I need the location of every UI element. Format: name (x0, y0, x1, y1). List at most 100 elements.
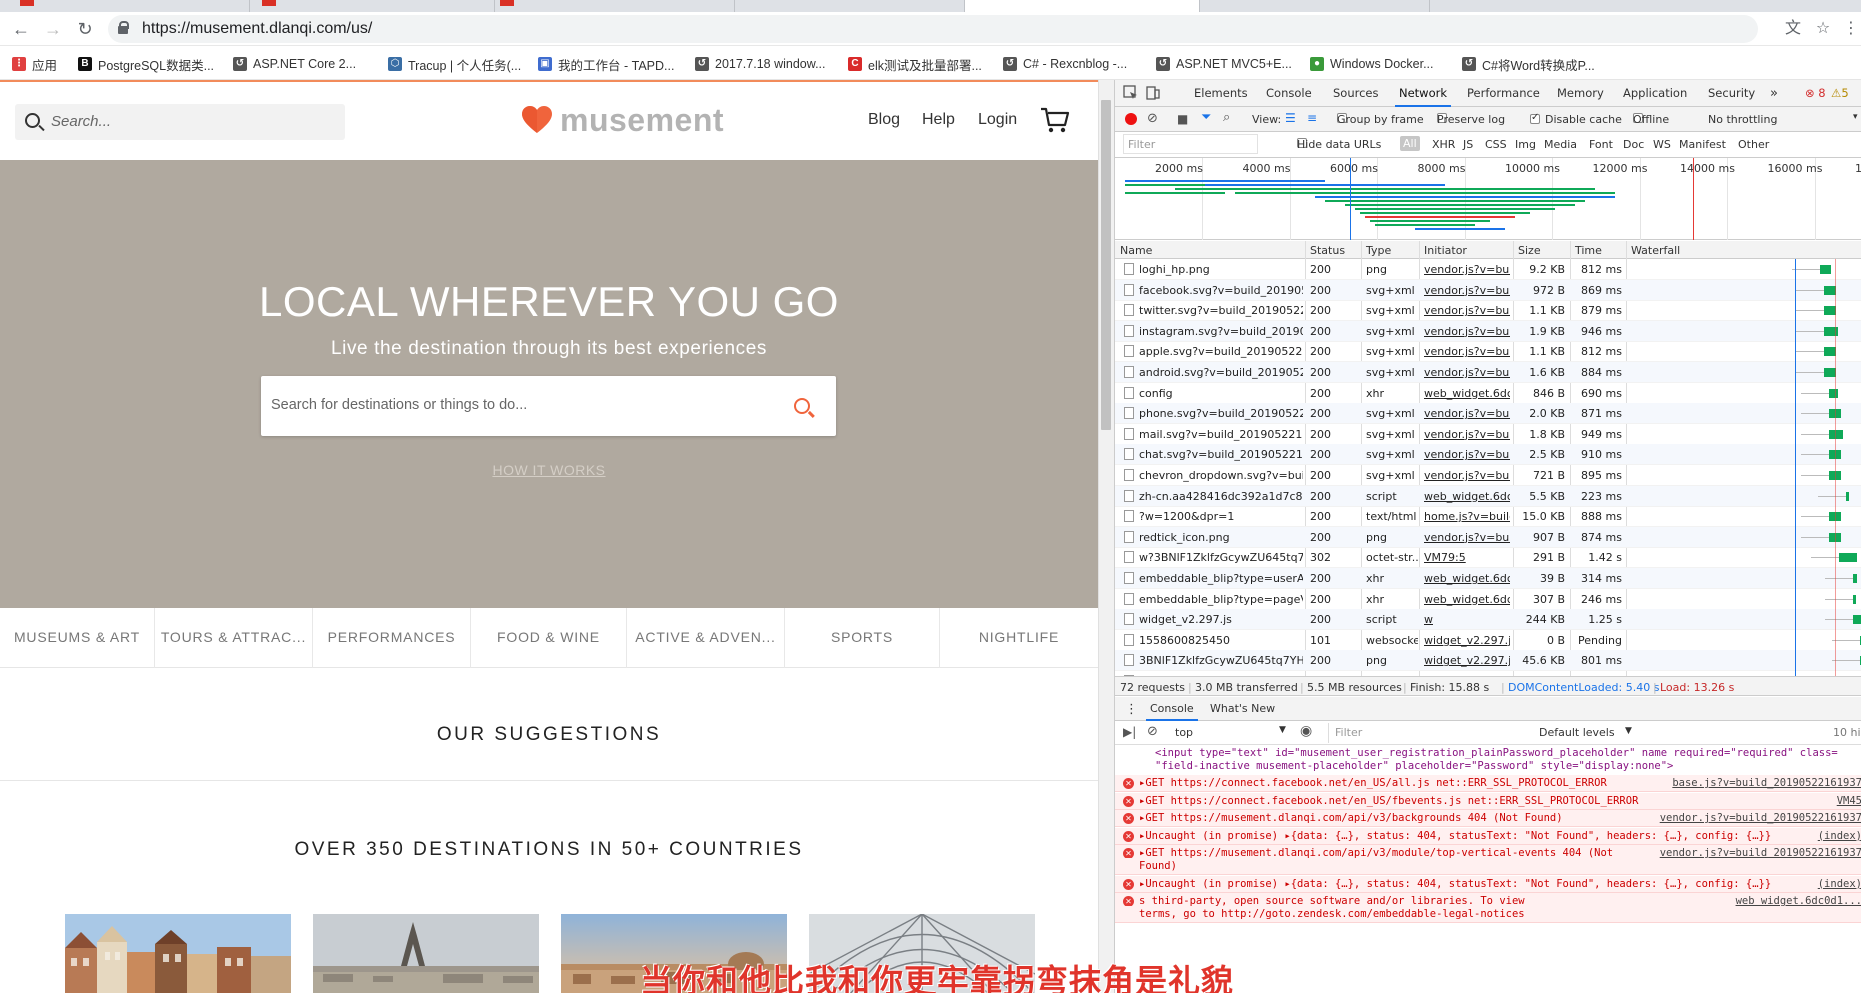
request-initiator[interactable]: web_widget.6dc0... (1424, 490, 1510, 503)
network-request-row[interactable]: widget_v2.297.js 200 script w 244 KB 1.25 s (1115, 609, 1861, 631)
tab-elements[interactable]: Elements (1194, 80, 1248, 107)
request-initiator[interactable]: w (1424, 613, 1510, 626)
console-source-link[interactable]: VM45 (1832, 794, 1861, 807)
device-toolbar-icon[interactable] (1145, 85, 1161, 101)
tab-performance[interactable]: Performance (1467, 80, 1540, 107)
network-request-row[interactable]: chat.svg?v=build_20190522161937 200 svg+xm… (1115, 444, 1861, 466)
type-filter-img[interactable]: Img (1515, 138, 1536, 151)
category-active-adventure[interactable]: ACTIVE & ADVEN... (627, 608, 785, 668)
tab-network[interactable]: Network (1395, 80, 1452, 107)
console-source-link[interactable]: (index) (1813, 829, 1861, 842)
console-source-link[interactable]: base.js?v=build_20190522161937 (1668, 777, 1861, 789)
type-filter-ws[interactable]: WS (1653, 138, 1671, 151)
back-arrow-icon[interactable]: ← (8, 16, 34, 42)
type-filter-doc[interactable]: Doc (1623, 138, 1644, 151)
console-clear-icon[interactable]: ⊘ (1147, 724, 1158, 739)
request-initiator[interactable]: vendor.js?v=buil... (1424, 325, 1510, 338)
network-request-row[interactable]: phone.svg?v=build_20190522161937 200 svg+x… (1115, 403, 1861, 425)
browser-tab[interactable] (495, 0, 735, 12)
bookmark-item[interactable]: ● Windows Docker... (1310, 55, 1434, 73)
request-initiator[interactable]: vendor.js?v=buil... (1424, 366, 1510, 379)
how-it-works-link[interactable]: HOW IT WORKS (0, 462, 1098, 478)
col-name[interactable]: Name (1120, 244, 1152, 257)
console-source-link[interactable]: (index) (1813, 877, 1861, 890)
clear-icon[interactable]: ⊘ (1147, 111, 1158, 126)
network-request-row[interactable]: config 200 xhr web_widget.6dc0... 846 B 690 m… (1115, 383, 1861, 404)
star-icon[interactable]: ☆ (1812, 18, 1834, 40)
musement-logo[interactable]: musement (522, 100, 724, 140)
drawer-menu-icon[interactable]: ⋮ (1125, 702, 1138, 717)
console-error-message[interactable]: Found) (1115, 858, 1861, 875)
request-initiator[interactable]: widget_v2.297.js:... (1424, 634, 1510, 647)
tab-sources[interactable]: Sources (1333, 80, 1379, 107)
context-chevron-icon[interactable]: ▼ (1279, 725, 1286, 735)
translate-icon[interactable]: 文 (1782, 18, 1804, 40)
network-request-row[interactable]: embeddable_blip?type=userAction... 200 xhr… (1115, 568, 1861, 589)
type-filter-xhr[interactable]: XHR (1432, 138, 1455, 151)
network-request-row[interactable]: 1558600825450 101 websocket widget_v2.297.j… (1115, 630, 1861, 651)
eye-icon[interactable]: ◉ (1300, 723, 1312, 739)
console-error-message[interactable]: ✕ ▸Uncaught (in promise) ▸{data: {…}, sta… (1115, 827, 1861, 845)
request-initiator[interactable]: web_widget.6dc0... (1424, 593, 1510, 606)
bookmark-item[interactable]: ↺ C# - Rexcnblog -... (1003, 55, 1127, 73)
hero-search-icon[interactable] (794, 398, 810, 414)
network-filter-input[interactable]: Filter (1123, 134, 1258, 154)
col-size[interactable]: Size (1518, 244, 1541, 257)
console-error-message[interactable]: terms, go to http://goto.zendesk.com/emb… (1115, 906, 1861, 923)
destination-card-paris[interactable] (313, 914, 539, 993)
search-icon[interactable]: ⌕ (1223, 110, 1230, 125)
category-tours-attractions[interactable]: TOURS & ATTRAC... (155, 608, 313, 668)
network-request-row[interactable]: loghi_hp.png 200 png vendor.js?v=buil... 9.2… (1115, 259, 1861, 280)
destination-card-amsterdam[interactable] (65, 914, 291, 993)
type-filter-media[interactable]: Media (1544, 138, 1577, 151)
category-nightlife[interactable]: NIGHTLIFE (940, 608, 1098, 668)
cart-icon[interactable] (1040, 106, 1070, 134)
network-request-row[interactable]: facebook.svg?v=build_2019052216... 200 svg… (1115, 279, 1861, 301)
type-filter-font[interactable]: Font (1589, 138, 1613, 151)
network-request-row[interactable]: apple.svg?v=build_20190522161937 200 svg+x… (1115, 341, 1861, 363)
levels-chevron-icon[interactable]: ▼ (1625, 726, 1632, 736)
filter-funnel-icon[interactable]: ⏷ (1201, 110, 1211, 125)
category-museums-art[interactable]: MUSEUMS & ART (0, 608, 155, 668)
network-request-row[interactable]: 3BNlF1ZklfzGcywZU645tq7YH36Ciy... 200 png w… (1115, 650, 1861, 672)
col-type[interactable]: Type (1366, 244, 1391, 257)
request-initiator[interactable]: web_widget.6dc0... (1424, 387, 1510, 400)
request-initiator[interactable]: vendor.js?v=buil... (1424, 345, 1510, 358)
overview-icon[interactable]: ≡ (1307, 111, 1317, 125)
drawer-tab-whats-new[interactable]: What's New (1210, 702, 1275, 715)
error-count-badge[interactable]: ⊗ 8 (1805, 80, 1826, 107)
page-scrollbar-thumb[interactable] (1101, 100, 1111, 430)
bookmark-item[interactable]: ↺ ASP.NET MVC5+E... (1156, 55, 1292, 73)
tab-application[interactable]: Application (1623, 80, 1687, 107)
address-bar-url[interactable]: https://musement.dlanqi.com/us/ (142, 20, 372, 38)
nav-login[interactable]: Login (978, 111, 1017, 129)
type-filter-js[interactable]: JS (1463, 138, 1473, 151)
network-request-row[interactable]: chevron_dropdown.svg?v=build_20... 200 svg… (1115, 465, 1861, 486)
col-waterfall[interactable]: Waterfall (1631, 244, 1680, 257)
col-status[interactable]: Status (1310, 244, 1345, 257)
forward-arrow-icon[interactable]: → (40, 16, 66, 42)
network-overview-timeline[interactable]: 2000 ms 4000 ms 6000 ms 8000 ms 10000 ms 1200… (1115, 158, 1861, 240)
type-filter-css[interactable]: CSS (1485, 138, 1507, 151)
request-initiator[interactable]: widget_v2.297.js:... (1424, 654, 1510, 667)
tab-console[interactable]: Console (1266, 80, 1312, 107)
console-error-message[interactable]: ✕ ▸Uncaught (in promise) ▸{data: {…}, sta… (1115, 875, 1861, 893)
more-tabs-chevron-icon[interactable]: » (1770, 80, 1778, 107)
browser-tab[interactable] (1200, 0, 1430, 12)
col-initiator[interactable]: Initiator (1424, 244, 1467, 257)
category-sports[interactable]: SPORTS (785, 608, 940, 668)
bookmark-item[interactable]: ▣ 我的工作台 - TAPD... (538, 55, 674, 73)
request-initiator[interactable]: vendor.js?v=buil... (1424, 469, 1510, 482)
tab-memory[interactable]: Memory (1557, 80, 1604, 107)
network-request-row[interactable]: zh-cn.aa428416dc392a1d7c88.js 200 script we… (1115, 485, 1861, 507)
console-sidebar-icon[interactable]: ▶| (1123, 725, 1136, 739)
nav-blog[interactable]: Blog (868, 111, 900, 129)
inspect-element-icon[interactable] (1123, 85, 1139, 101)
nav-help[interactable]: Help (922, 111, 955, 129)
bookmark-item[interactable]: B PostgreSQL数据类... (78, 55, 214, 73)
browser-tab[interactable] (250, 0, 495, 12)
request-initiator[interactable]: vendor.js?v=buil... (1424, 263, 1510, 276)
address-bar[interactable]: https://musement.dlanqi.com/us/ (108, 15, 1758, 43)
bookmark-item[interactable]: Celk测试及批量部署... (848, 55, 982, 73)
console-error-message[interactable]: ✕ ▸GET https://connect.facebook.net/en_US… (1115, 792, 1861, 810)
